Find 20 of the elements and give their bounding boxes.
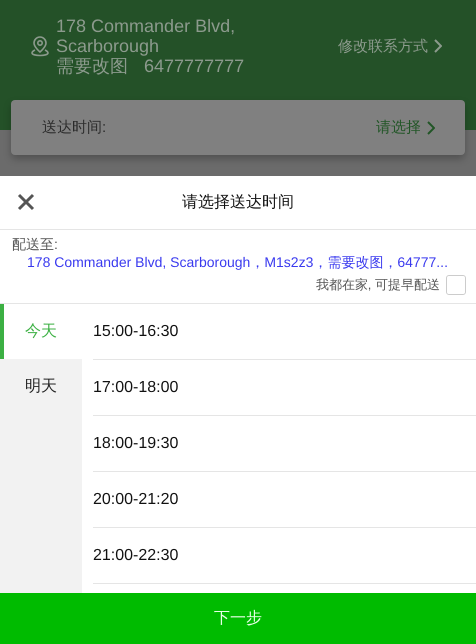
- day-tab[interactable]: 明天: [0, 359, 82, 414]
- time-slot[interactable]: 15:00-16:30: [93, 304, 476, 360]
- early-delivery-label: 我都在家, 可提早配送: [316, 276, 440, 294]
- time-slot[interactable]: 21:00-22:30: [93, 528, 476, 584]
- delivery-address: 178 Commander Blvd, Scarborough，M1s2z3，需要改图，64777...: [26, 254, 449, 272]
- close-button[interactable]: [16, 192, 36, 212]
- phone-number: 6477777777: [144, 56, 244, 76]
- contact-name: 需要改图: [56, 56, 128, 76]
- chevron-right-icon: [434, 39, 442, 53]
- deliver-to-label: 配送至:: [12, 236, 59, 254]
- time-slot[interactable]: 18:00-19:30: [93, 416, 476, 472]
- sheet-title: 请选择送达时间: [182, 192, 294, 213]
- chevron-right-icon: [427, 120, 435, 134]
- location-pin-icon: [30, 35, 50, 57]
- delivery-time-label: 送达时间:: [42, 118, 106, 137]
- address-line: Scarborough: [56, 36, 160, 56]
- time-slot[interactable]: 20:00-21:20: [93, 472, 476, 528]
- address-line: 178 Commander Blvd,: [56, 16, 236, 36]
- time-slot[interactable]: 17:00-18:00: [93, 360, 476, 416]
- checkbox[interactable]: [446, 275, 466, 295]
